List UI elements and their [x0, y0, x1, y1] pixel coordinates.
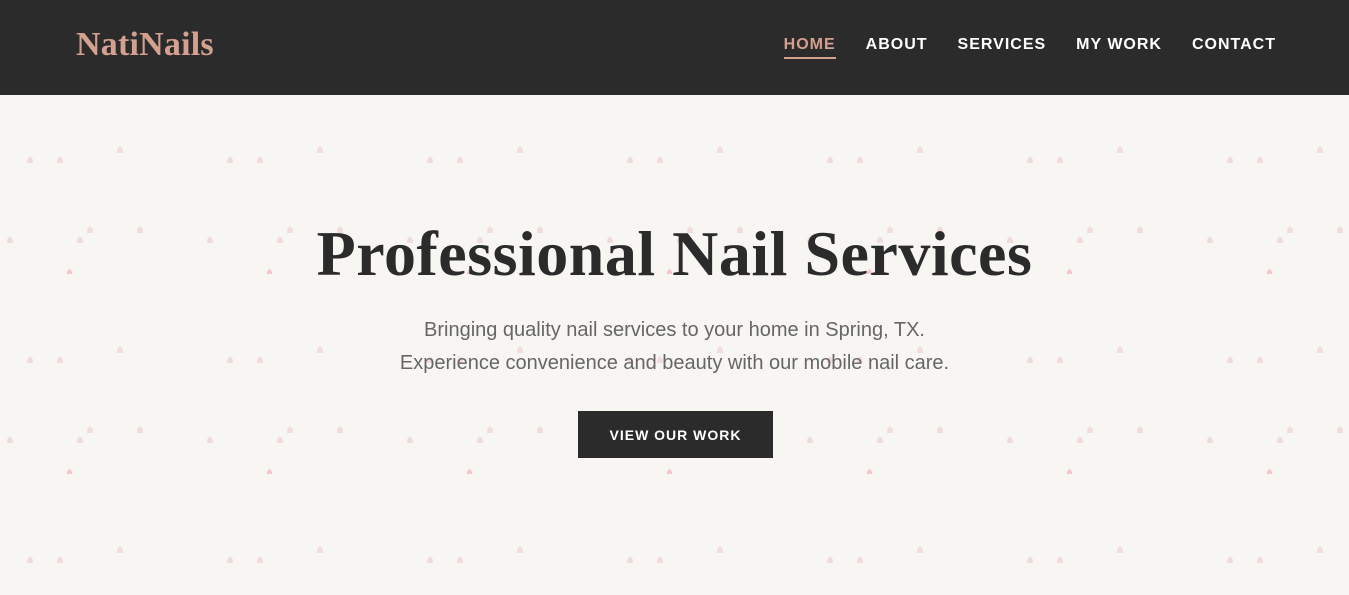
- nav-item-services[interactable]: SERVICES: [958, 35, 1047, 57]
- hero-subtitle-line-2: Experience convenience and beauty with o…: [399, 352, 950, 374]
- pattern-fill: [0, 95, 1349, 595]
- nav-item-my-work[interactable]: MY WORK: [1076, 35, 1162, 57]
- hero-subtitle-line-1: Bringing quality nail services to your h…: [424, 319, 925, 341]
- hero-section: Professional Nail Services Bringing qual…: [0, 95, 1349, 595]
- nav-item-contact[interactable]: CONTACT: [1192, 35, 1276, 57]
- hero-title: Professional Nail Services: [316, 218, 1033, 289]
- site-header: NatiNails HOME ABOUT SERVICES MY WORK CO…: [0, 0, 1349, 95]
- nav-item-home[interactable]: HOME: [783, 35, 836, 59]
- nail-polish-pattern: [0, 95, 1349, 595]
- main-nav: HOME ABOUT SERVICES MY WORK CONTACT: [783, 35, 1276, 59]
- nav-item-about[interactable]: ABOUT: [866, 35, 928, 57]
- site-logo[interactable]: NatiNails: [76, 24, 214, 66]
- view-our-work-button[interactable]: VIEW OUR WORK: [578, 411, 773, 458]
